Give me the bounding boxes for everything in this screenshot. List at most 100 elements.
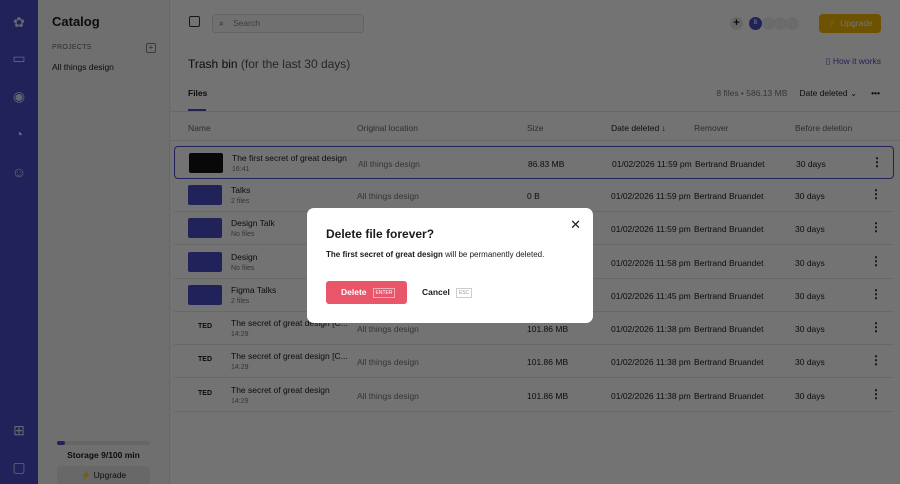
row-menu-icon[interactable]: ⋮ [870, 320, 882, 334]
search-input[interactable]: ⌕ Search [212, 14, 364, 33]
col-remover[interactable]: Remover [694, 123, 728, 133]
remover: Bertrand Bruandet [694, 258, 764, 268]
file-location: All things design [357, 357, 419, 367]
ai-avatar-icon[interactable]: ☺ [9, 162, 29, 182]
cancel-button[interactable]: Cancel ESC [422, 281, 473, 304]
delete-button[interactable]: Delete ENTER [326, 281, 407, 304]
file-name: The first secret of great design [232, 153, 347, 163]
file-detail: No files [231, 265, 255, 272]
table-row[interactable]: The first secret of great design 16:41 A… [174, 146, 894, 179]
before-deletion: 30 days [795, 357, 825, 367]
message-text: will be permanently deleted. [442, 250, 545, 259]
file-size: 86.83 MB [528, 159, 565, 169]
col-location[interactable]: Original location [357, 123, 418, 133]
sidebar-title: Catalog [52, 14, 100, 29]
remover: Bertrand Bruandet [694, 291, 764, 301]
dialog-title: Delete file forever? [326, 227, 435, 241]
broadcast-icon[interactable]: ◉ [9, 86, 29, 106]
file-location: All things design [358, 159, 420, 169]
sidebar-toggle-icon[interactable] [189, 16, 200, 27]
title-text: Trash bin [188, 57, 238, 71]
date-deleted: 01/02/2026 11:58 pm [611, 258, 691, 268]
title-subtitle: (for the last 30 days) [240, 57, 351, 71]
dialog-message: The first secret of great design will be… [326, 250, 544, 259]
row-menu-icon[interactable]: ⋮ [870, 387, 882, 401]
before-deletion: 30 days [795, 324, 825, 334]
page-title: Trash bin (for the last 30 days) [188, 57, 350, 71]
col-name[interactable]: Name [188, 123, 211, 133]
row-menu-icon[interactable]: ⋮ [871, 155, 883, 169]
row-menu-icon[interactable]: ⋮ [870, 287, 882, 301]
search-placeholder: Search [233, 18, 260, 28]
date-deleted: 01/02/2026 11:38 pm [611, 357, 691, 367]
file-detail: No files [231, 231, 255, 238]
delete-dialog: Delete file forever? ✕ The first secret … [307, 208, 593, 323]
file-size: 0 B [527, 191, 540, 201]
file-name: The first secret of great design [326, 250, 443, 259]
file-detail: 16:41 [232, 166, 250, 173]
topbar: ⌕ Search + B ⚡ Upgrade [170, 0, 900, 46]
file-name: Talks [231, 185, 251, 195]
file-name: Figma Talks [231, 285, 277, 295]
invite-icon[interactable]: + [730, 17, 743, 30]
table-row[interactable]: TED The secret of great design [C... 14:2… [174, 345, 894, 378]
ted-logo-icon: TED [198, 323, 212, 330]
before-deletion: 30 days [795, 291, 825, 301]
sidebar-upgrade-button[interactable]: ⚡ Upgrade [57, 466, 150, 484]
file-name: The secret of great design [231, 385, 330, 395]
video-thumbnail [189, 153, 223, 173]
close-icon[interactable]: ✕ [570, 217, 581, 233]
enter-key-hint: ENTER [372, 287, 396, 298]
avatar-placeholder [786, 17, 799, 30]
tab-files[interactable]: Files [188, 88, 207, 98]
row-menu-icon[interactable]: ⋮ [870, 254, 882, 268]
divider [170, 111, 900, 112]
sidebar-item-project[interactable]: All things design [52, 62, 114, 72]
file-name: Design [231, 252, 258, 262]
before-deletion: 30 days [796, 159, 826, 169]
row-menu-icon[interactable]: ⋮ [870, 353, 882, 367]
file-detail: 2 files [231, 198, 250, 205]
row-menu-icon[interactable]: ⋮ [870, 220, 882, 234]
col-before-deletion[interactable]: Before deletion [795, 123, 852, 133]
how-it-works-link[interactable]: ▯ How it works [826, 56, 881, 67]
more-options-icon[interactable]: ••• [871, 88, 880, 98]
table-row[interactable]: TED The secret of great design 14:29 All … [174, 379, 894, 412]
before-deletion: 30 days [795, 391, 825, 401]
upgrade-label: Upgrade [93, 470, 127, 480]
date-deleted: 01/02/2026 11:59 pm [611, 191, 691, 201]
remover: Bertrand Bruandet [694, 324, 764, 334]
file-count: 8 files • 586.13 MB [716, 88, 788, 98]
storage-panel: Storage 9/100 min ⚡ Upgrade [57, 441, 150, 484]
remover: Bertrand Bruandet [695, 159, 765, 169]
library-icon[interactable]: ▭ [9, 48, 29, 68]
remover: Bertrand Bruandet [694, 391, 764, 401]
file-detail: 2 files [231, 298, 250, 305]
apps-icon[interactable]: ⊞ [9, 420, 29, 440]
avatar[interactable]: B [749, 17, 762, 30]
add-project-icon[interactable]: + [146, 43, 156, 53]
row-menu-icon[interactable]: ⋮ [870, 187, 882, 201]
ted-logo-icon: TED [198, 390, 212, 397]
before-deletion: 30 days [795, 258, 825, 268]
sort-arrow-icon: ↓ [661, 123, 666, 133]
upgrade-button[interactable]: ⚡ Upgrade [819, 14, 881, 33]
sort-label: Date deleted [799, 88, 848, 98]
date-deleted: 01/02/2026 11:59 pm [611, 224, 691, 234]
col-date-deleted[interactable]: Date deleted ↓ [611, 123, 666, 133]
delete-label: Delete [341, 287, 367, 297]
folder-icon [188, 218, 222, 238]
ted-logo-icon: TED [198, 356, 212, 363]
chat-icon[interactable]: ▢ [9, 457, 29, 477]
folder-icon [188, 252, 222, 272]
before-deletion: 30 days [795, 224, 825, 234]
analytics-icon[interactable]: ◔ [9, 124, 29, 144]
col-size[interactable]: Size [527, 123, 544, 133]
folder-icon [188, 185, 222, 205]
sort-dropdown[interactable]: Date deleted ⌄ [799, 88, 857, 98]
book-icon: ▯ [825, 56, 833, 66]
file-detail: 14:29 [231, 331, 249, 338]
file-detail: 14:29 [231, 398, 249, 405]
how-label: How it works [832, 56, 881, 66]
esc-key-hint: ESC [455, 287, 473, 298]
